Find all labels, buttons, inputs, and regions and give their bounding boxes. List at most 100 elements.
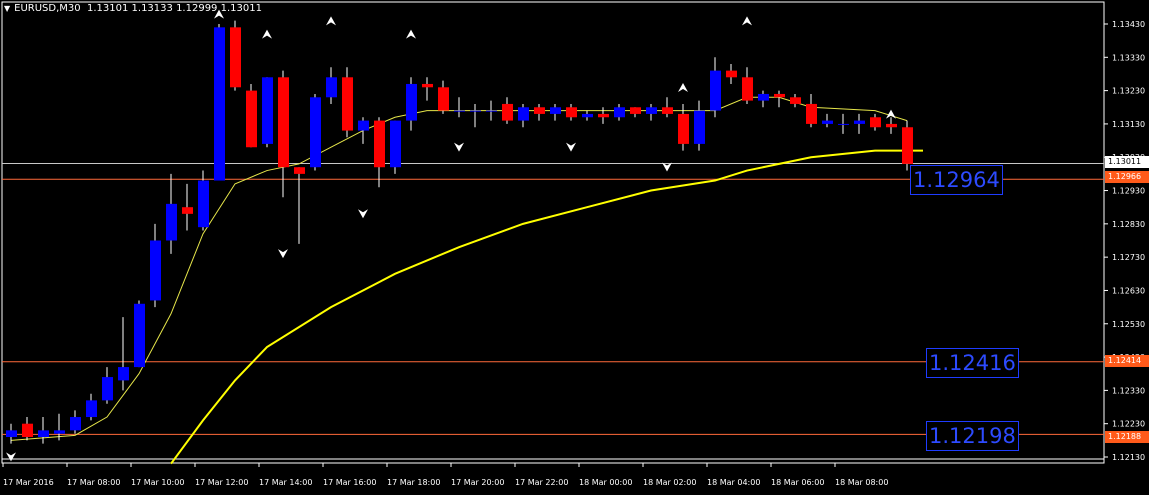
fractal-up-arrow-icon [742,16,752,26]
candle-bull [390,120,401,168]
candle-bear [534,107,545,114]
level-price-tag-3: 1.12188 [1105,431,1149,443]
candle-bear [294,167,305,174]
x-tick-label: 18 Mar 02:00 [643,478,696,487]
candle-bull [134,303,145,368]
y-tick-label: 1.13330 [1112,53,1145,62]
candle-bull [518,107,529,121]
x-tick-label: 18 Mar 04:00 [707,478,760,487]
level-label-1[interactable]: 1.12964 [910,165,1003,195]
candle-bull [214,27,225,181]
fractal-up-arrow-icon [262,29,272,39]
level-price-tag-2: 1.12414 [1105,355,1149,367]
candle-bull [694,110,705,144]
candle-bull [454,110,465,112]
y-tick-label: 1.12330 [1112,386,1145,395]
ma-slow-line [170,149,923,465]
fractal-down-arrow-icon [278,249,288,259]
fractal-down-arrow-icon [358,209,368,219]
candle-bull [118,367,129,381]
candle-bull [166,203,177,241]
x-tick-label: 17 Mar 14:00 [259,478,312,487]
candle-bull [838,123,849,125]
fractal-down-arrow-icon [6,452,16,462]
x-tick-label: 17 Mar 2016 [3,478,54,487]
candle-bull [102,377,113,401]
candle-bull [614,107,625,118]
candle-bear [278,77,289,168]
level-price-tag-1: 1.12966 [1105,171,1149,183]
candle-bear [678,113,689,144]
candle-bear [374,120,385,168]
y-tick-label: 1.13430 [1112,20,1145,29]
candle-bear [598,113,609,118]
y-tick-label: 1.12630 [1112,286,1145,295]
symbol-timeframe: EURUSD,M30 [14,3,81,14]
candle-bear [502,103,513,121]
candle-bear [182,207,193,214]
candle-bull [262,77,273,144]
price-chart[interactable]: 1.134301.133301.132301.131301.130301.129… [0,0,1149,495]
candle-bull [70,417,81,431]
level-label-2[interactable]: 1.12416 [926,348,1019,378]
candle-bear [774,93,785,98]
bid-price-tag: 1.13011 [1105,156,1149,168]
candle-bull [406,83,417,121]
candle-bull [6,430,17,438]
candle-bear [566,107,577,118]
x-tick-label: 17 Mar 18:00 [387,478,440,487]
candle-bull [822,120,833,124]
dropdown-triangle-icon[interactable]: ▼ [4,4,10,13]
y-tick-label: 1.12930 [1112,187,1145,196]
ohlc-readout: 1.13101 1.13133 1.12999 1.13011 [87,3,262,14]
candle-bull [54,430,65,434]
candle-bull [310,97,321,168]
candle-bear [726,70,737,78]
candle-bull [198,180,209,228]
candle-bear [342,77,353,131]
y-tick-label: 1.12130 [1112,453,1145,462]
candle-bull [710,70,721,111]
candle-bull [646,107,657,114]
x-tick-label: 18 Mar 06:00 [771,478,824,487]
candle-bull [326,77,337,98]
x-tick-label: 18 Mar 08:00 [835,478,888,487]
fractal-up-arrow-icon [678,82,688,92]
candle-bear [790,97,801,104]
y-tick-label: 1.12830 [1112,220,1145,229]
candle-bear [902,127,913,164]
candle-bull [358,120,369,131]
candle-bull [38,430,49,438]
level-label-3[interactable]: 1.12198 [926,421,1019,451]
fractal-up-arrow-icon [326,16,336,26]
candle-bull [150,240,161,301]
x-tick-label: 17 Mar 12:00 [195,478,248,487]
y-tick-label: 1.12530 [1112,320,1145,329]
x-tick-label: 18 Mar 00:00 [579,478,632,487]
candle-bull [550,107,561,114]
fractal-down-arrow-icon [454,142,464,152]
candle-bear [422,83,433,88]
candle-bear [870,117,881,128]
candle-bear [662,107,673,114]
candle-bull [854,120,865,124]
candle-bear [742,77,753,101]
fractal-up-arrow-icon [406,29,416,39]
y-tick-label: 1.12230 [1112,420,1145,429]
y-tick-label: 1.13230 [1112,87,1145,96]
candle-bull [470,110,481,112]
x-tick-label: 17 Mar 08:00 [67,478,120,487]
y-tick-label: 1.12730 [1112,253,1145,262]
candle-bear [630,107,641,114]
candle-bear [806,103,817,124]
y-tick-label: 1.13130 [1112,120,1145,129]
chart-title: ▼ EURUSD,M30 1.13101 1.13133 1.12999 1.13… [4,3,262,14]
candle-bear [246,90,257,148]
x-tick-label: 17 Mar 20:00 [451,478,504,487]
x-tick-label: 17 Mar 10:00 [131,478,184,487]
candle-bull [758,93,769,101]
candle-bull [86,400,97,418]
candle-bear [22,423,33,438]
candle-bear [886,123,897,128]
candle-bear [438,87,449,111]
